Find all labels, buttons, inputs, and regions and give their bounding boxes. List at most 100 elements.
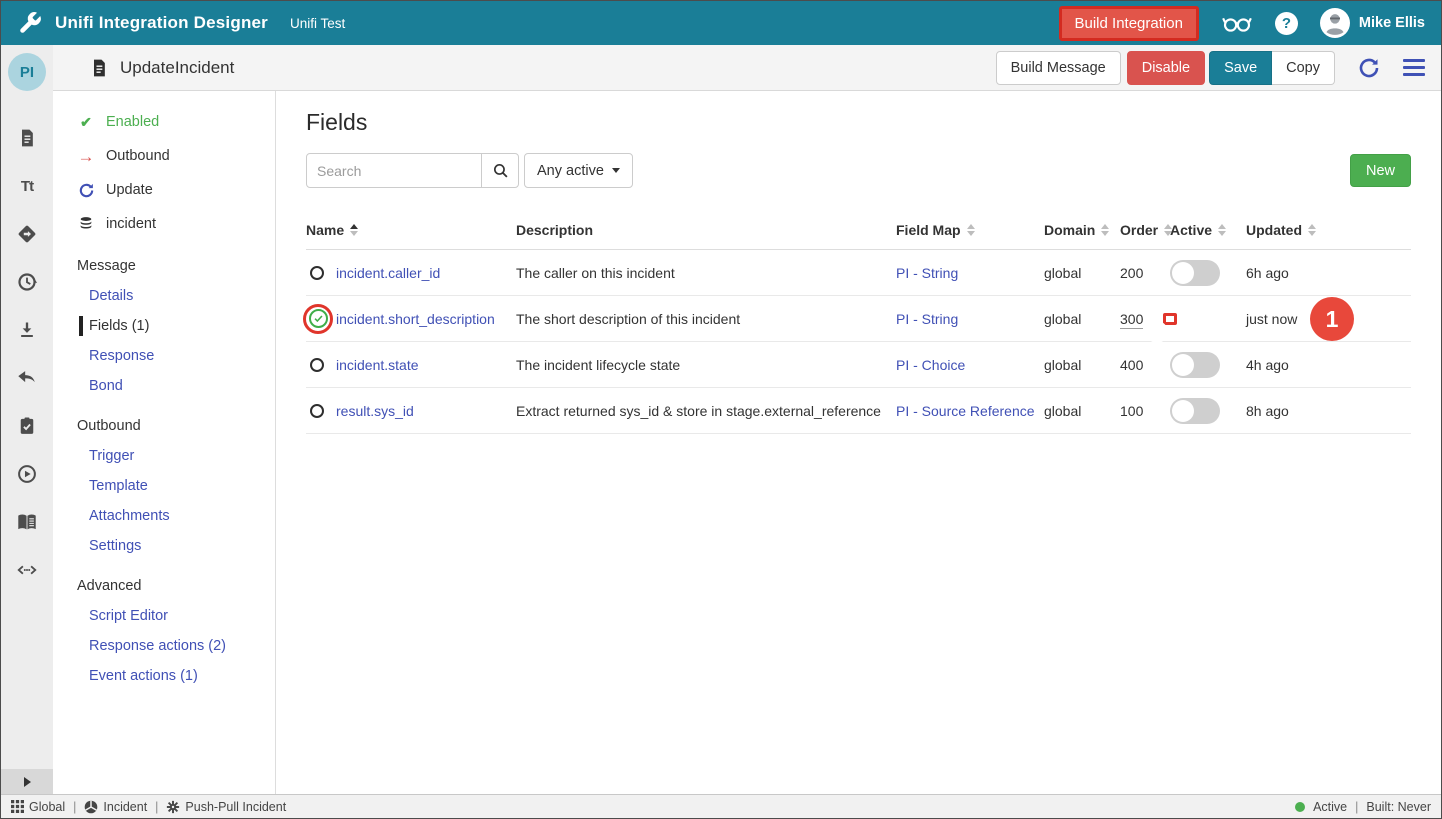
nav-item-update[interactable]: Update (77, 173, 275, 207)
field-order: 100 (1120, 403, 1170, 419)
save-button[interactable]: Save (1209, 51, 1272, 85)
field-map-link[interactable]: PI - String (896, 265, 958, 281)
column-header-order[interactable]: Order (1120, 222, 1170, 238)
reply-icon[interactable] (16, 367, 38, 389)
field-description: The incident lifecycle state (516, 357, 896, 373)
wrench-icon (17, 10, 43, 36)
field-name-link[interactable]: incident.caller_id (336, 265, 440, 281)
record-actions: Build Message Disable Save Copy (996, 51, 1425, 85)
avatar (1320, 8, 1350, 38)
refresh-button[interactable] (1357, 56, 1381, 80)
book-icon[interactable] (16, 511, 38, 533)
sort-asc-icon (350, 224, 358, 236)
new-button[interactable]: New (1350, 154, 1411, 187)
process-avatar[interactable]: PI (8, 53, 46, 91)
user-name: Mike Ellis (1359, 15, 1425, 31)
menu-button[interactable] (1403, 59, 1425, 76)
record-title: UpdateIncident (120, 58, 234, 78)
nav-item-bond[interactable]: Bond (77, 371, 275, 401)
top-bar: Unifi Integration Designer Unifi Test Bu… (1, 1, 1441, 45)
column-header-field-map[interactable]: Field Map (896, 222, 1044, 238)
column-header-updated[interactable]: Updated (1246, 222, 1366, 238)
nav-item-incident[interactable]: incident (77, 207, 275, 241)
document-icon (89, 58, 109, 78)
glasses-icon[interactable] (1221, 11, 1253, 35)
record-state-icon (306, 304, 336, 334)
record-state-icon (306, 266, 336, 280)
nav-item-details[interactable]: Details (77, 281, 275, 311)
code-icon[interactable] (16, 559, 38, 581)
user-menu[interactable]: Mike Ellis (1320, 8, 1425, 38)
history-icon[interactable] (16, 271, 38, 293)
topbar-actions: Build Integration ? Mike Ellis (1059, 6, 1426, 41)
app-window: Unifi Integration Designer Unifi Test Bu… (0, 0, 1442, 819)
search-icon (492, 162, 509, 179)
field-domain: global (1044, 311, 1120, 327)
footer-item-incident[interactable]: Incident (84, 800, 147, 814)
hamburger-icon (1403, 59, 1425, 76)
active-toggle[interactable] (1170, 398, 1220, 424)
nav-item-response[interactable]: Response (77, 341, 275, 371)
column-header-name[interactable]: Name (306, 222, 516, 238)
search-input[interactable] (306, 153, 482, 188)
field-name-link[interactable]: result.sys_id (336, 403, 414, 419)
active-filter-dropdown[interactable]: Any active (524, 153, 633, 188)
field-map-link[interactable]: PI - String (896, 311, 958, 327)
nav-item-outbound[interactable]: → Outbound (77, 139, 275, 173)
footer-item-global[interactable]: Global (11, 800, 65, 814)
copy-button[interactable]: Copy (1272, 51, 1335, 85)
field-description: Extract returned sys_id & store in stage… (516, 403, 896, 419)
active-toggle[interactable] (1170, 352, 1220, 378)
separator: | (73, 800, 76, 814)
directions-icon[interactable] (16, 223, 38, 245)
icon-rail: PI Tt (1, 45, 53, 794)
field-map-link[interactable]: PI - Choice (896, 357, 965, 373)
status-label: Active (1313, 800, 1347, 814)
check-circle-icon (309, 309, 328, 328)
document-icon[interactable] (16, 127, 38, 149)
tasks-icon[interactable] (16, 415, 38, 437)
nav-item-fields[interactable]: Fields (1) (77, 311, 275, 341)
help-icon[interactable]: ? (1275, 12, 1298, 35)
circle-icon (310, 358, 324, 372)
download-icon[interactable] (16, 319, 38, 341)
footer-status: Active | Built: Never (1295, 800, 1431, 814)
sort-icon (1218, 224, 1226, 236)
nav-section-message: Message Details Fields (1) Response Bond (77, 251, 275, 401)
build-message-button[interactable]: Build Message (996, 51, 1121, 85)
field-name-link[interactable]: incident.short_description (336, 311, 495, 327)
rail-icon-list: Tt (1, 127, 53, 581)
field-map-link[interactable]: PI - Source Reference (896, 403, 1035, 419)
nav-item-trigger[interactable]: Trigger (77, 441, 275, 471)
nav-section-outbound: Outbound Trigger Template Attachments Se… (77, 411, 275, 561)
text-icon[interactable]: Tt (16, 175, 38, 197)
status-bar: Global | Incident | Push-Pull Incident A… (1, 794, 1441, 818)
nav-item-script-editor[interactable]: Script Editor (77, 601, 275, 631)
nav-item-response-actions[interactable]: Response actions (2) (77, 631, 275, 661)
sort-icon (1308, 224, 1316, 236)
nav-item-enabled[interactable]: ✔ Enabled (77, 105, 275, 139)
build-integration-button[interactable]: Build Integration (1059, 6, 1199, 41)
field-name-link[interactable]: incident.state (336, 357, 419, 373)
separator: | (1355, 800, 1358, 814)
chevron-right-icon (24, 777, 31, 787)
sidebar-expand-button[interactable] (1, 769, 53, 794)
sidebar-nav: ✔ Enabled → Outbound Update incident Mes… (53, 91, 276, 794)
column-header-domain[interactable]: Domain (1044, 222, 1120, 238)
field-description: The caller on this incident (516, 265, 896, 281)
active-toggle[interactable] (1170, 260, 1220, 286)
search-button[interactable] (481, 153, 519, 188)
nav-item-attachments[interactable]: Attachments (77, 501, 275, 531)
record-state-icon (306, 404, 336, 418)
table-header: Name Description Field Map Domain Order (306, 210, 1411, 250)
column-header-active[interactable]: Active (1170, 222, 1246, 238)
disable-button[interactable]: Disable (1127, 51, 1205, 85)
nav-item-event-actions[interactable]: Event actions (1) (77, 661, 275, 691)
nav-item-settings[interactable]: Settings (77, 531, 275, 561)
nav-item-template[interactable]: Template (77, 471, 275, 501)
annotation-highlight-ring (303, 304, 333, 334)
annotation-highlight-box (1163, 313, 1177, 325)
play-icon[interactable] (16, 463, 38, 485)
main-content: Fields Any active New Name Description (276, 91, 1441, 794)
footer-item-push-pull-incident[interactable]: Push-Pull Incident (166, 800, 286, 814)
